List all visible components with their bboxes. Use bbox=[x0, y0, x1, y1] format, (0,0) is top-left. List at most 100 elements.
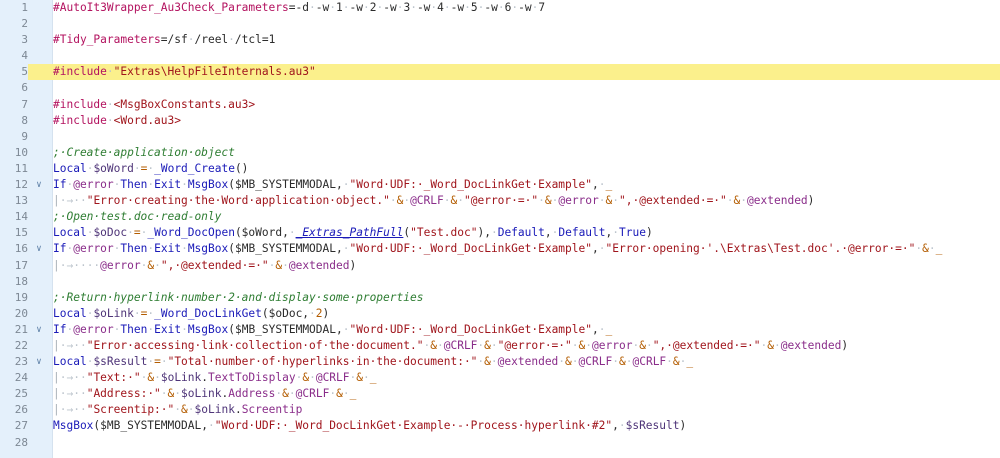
code-line[interactable]: 10 ;·Create·application·object bbox=[0, 145, 1000, 161]
code-line[interactable]: 18 bbox=[0, 274, 1000, 290]
code-token: _Word_DocLinkGet bbox=[154, 306, 262, 320]
code-token: ;·Return·hyperlink·number·2·and·display·… bbox=[53, 290, 424, 304]
code-token: · bbox=[571, 338, 579, 352]
code-line[interactable]: 27 MsgBox($MB_SYSTEMMODAL,·"Word·UDF:·_Wo… bbox=[0, 418, 1000, 434]
code-line[interactable]: 4 bbox=[0, 48, 1000, 64]
code-token: · bbox=[154, 371, 161, 385]
code-line[interactable]: 13 |·→··"Error·creating·the·Word·applicat… bbox=[0, 193, 1000, 209]
code-token: · bbox=[612, 194, 620, 208]
chevron-down-icon[interactable]: ∨ bbox=[33, 354, 45, 370]
code-line[interactable]: 28 bbox=[0, 435, 1000, 451]
code-token: · bbox=[612, 355, 619, 369]
code-token: · bbox=[106, 113, 114, 127]
code-token: #include bbox=[53, 113, 107, 127]
code-line[interactable]: 23 ∨ Local·$sResult·=·"Total·number·of·hyp… bbox=[0, 354, 1000, 370]
line-number: 21 bbox=[14, 322, 28, 336]
code-line[interactable]: 26 |·→··"Screentip:·"·&·$oLink.Screentip bbox=[0, 402, 1000, 418]
code-token: · bbox=[389, 194, 397, 208]
code-token: = bbox=[133, 226, 141, 240]
code-token: · bbox=[154, 258, 161, 272]
code-token: -d bbox=[295, 1, 309, 14]
code-line-highlighted[interactable]: 5 #include·"Extras\HelpFileInternals.au3" bbox=[0, 64, 1000, 81]
code-token: @error bbox=[73, 242, 114, 256]
code-line[interactable]: 11 Local·$oWord·=·_Word_Create() bbox=[0, 161, 1000, 177]
code-token: $sResult bbox=[625, 419, 680, 433]
code-token: ) bbox=[679, 419, 687, 433]
code-token: · bbox=[773, 338, 781, 352]
chevron-down-icon[interactable]: ∨ bbox=[33, 241, 45, 257]
code-token: "@error·=·" bbox=[464, 194, 539, 208]
code-token: -w bbox=[518, 1, 532, 14]
code-token: ) bbox=[645, 226, 653, 240]
code-line[interactable]: 25 |·→··"Address:·"·&·$oLink.Address·&·@C… bbox=[0, 386, 1000, 402]
code-token: "Total·number·of·hyperlinks·in·the·docum… bbox=[167, 355, 478, 369]
code-line[interactable]: 2 bbox=[0, 16, 1000, 32]
line-number: 11 bbox=[14, 161, 28, 175]
line-number: 22 bbox=[14, 338, 28, 352]
code-token: · bbox=[928, 242, 936, 256]
code-text: |·→··"Error·accessing·link·collection·of… bbox=[53, 338, 848, 354]
code-token: · bbox=[181, 242, 188, 256]
code-line[interactable]: 6 bbox=[0, 80, 1000, 96]
line-number: 24 bbox=[14, 371, 28, 385]
code-token: If bbox=[53, 242, 67, 256]
code-token: #include bbox=[53, 97, 107, 111]
code-line[interactable]: 17 |·→····@error·&·",·@extended·=·"·&·@ex… bbox=[0, 258, 1000, 274]
code-token: · bbox=[342, 387, 350, 401]
code-line[interactable]: 22 |·→··"Error·accessing·link·collection·… bbox=[0, 338, 1000, 354]
code-token: #Tidy_Parameters bbox=[53, 33, 161, 47]
code-token: & bbox=[672, 355, 680, 369]
code-token: · bbox=[160, 355, 168, 369]
code-text: |·→····@error·&·",·@extended·=·"·&·@exte… bbox=[53, 258, 356, 274]
code-line[interactable]: 7 #include·<MsgBoxConstants.au3> bbox=[0, 97, 1000, 113]
code-token: · bbox=[618, 419, 626, 433]
code-token: ) bbox=[322, 306, 330, 320]
code-token: Then bbox=[120, 242, 148, 256]
code-line[interactable]: 20 Local·$oLink·=·_Word_DocLinkGet($oDoc,… bbox=[0, 306, 1000, 322]
code-token: $sResult bbox=[93, 355, 148, 369]
code-token: $oLink bbox=[194, 403, 235, 417]
code-line[interactable]: 3 #Tidy_Parameters=/sf·/reel·/tcl=1 bbox=[0, 32, 1000, 48]
chevron-down-icon[interactable]: ∨ bbox=[33, 177, 45, 193]
code-token: =/sf bbox=[160, 33, 188, 47]
code-token: & bbox=[544, 194, 552, 208]
line-number: 23 bbox=[14, 355, 28, 369]
code-line[interactable]: 15 Local·$oDoc·=·_Word_DocOpen($oWord,·_E… bbox=[0, 225, 1000, 241]
code-line[interactable]: 19 ;·Return·hyperlink·number·2·and·displa… bbox=[0, 290, 1000, 306]
line-number: 6 bbox=[21, 81, 28, 95]
code-token: · bbox=[308, 1, 316, 14]
code-token: 2 bbox=[315, 306, 323, 320]
code-token: -w bbox=[416, 1, 431, 14]
code-token: · bbox=[329, 1, 336, 14]
code-line[interactable]: 8 #include·<Word.au3> bbox=[0, 113, 1000, 129]
code-line[interactable]: 1 #AutoIt3Wrapper_Au3Check_Parameters=-d·… bbox=[0, 0, 1000, 16]
code-token: /tcl=1 bbox=[234, 33, 276, 47]
code-token: & bbox=[767, 338, 774, 352]
code-line[interactable]: 9 bbox=[0, 129, 1000, 145]
code-token: ($oWord, bbox=[234, 226, 289, 240]
code-token: -w bbox=[450, 1, 465, 14]
code-token: @CRLF bbox=[578, 355, 613, 369]
code-line[interactable]: 16 ∨ If·@error·Then·Exit·MsgBox($MB_SYSTEM… bbox=[0, 241, 1000, 257]
code-line[interactable]: 14 ;·Open·test.doc·read-only bbox=[0, 209, 1000, 225]
code-editor[interactable]: 1 #AutoIt3Wrapper_Au3Check_Parameters=-d·… bbox=[0, 0, 1000, 458]
code-line[interactable]: 24 |·→··"Text:·"·&·$oLink.TextToDisplay·&… bbox=[0, 370, 1000, 386]
code-token: & bbox=[565, 355, 572, 369]
code-token: | bbox=[53, 258, 60, 272]
code-text: ;·Return·hyperlink·number·2·and·display·… bbox=[53, 290, 423, 306]
code-line[interactable]: 12 ∨ If·@error·Then·Exit·MsgBox($MB_SYSTEM… bbox=[0, 177, 1000, 193]
code-token: · bbox=[342, 178, 350, 192]
chevron-down-icon[interactable]: ∨ bbox=[33, 322, 45, 338]
line-number: 26 bbox=[14, 403, 28, 417]
code-token: & bbox=[639, 338, 646, 352]
code-token: & bbox=[181, 403, 188, 417]
code-token: · bbox=[181, 178, 188, 192]
code-token: _ bbox=[935, 242, 943, 256]
code-token: "Error·creating·the·Word·application·obj… bbox=[86, 194, 390, 208]
code-line[interactable]: 21 ∨ If·@error·Then·Exit·MsgBox($MB_SYSTEM… bbox=[0, 322, 1000, 338]
code-token: "Address:·" bbox=[86, 387, 161, 401]
code-token: _ bbox=[349, 387, 357, 401]
code-token: @CRLF bbox=[295, 387, 330, 401]
code-token: · bbox=[363, 371, 370, 385]
code-lines[interactable]: 1 #AutoIt3Wrapper_Au3Check_Parameters=-d·… bbox=[0, 0, 1000, 451]
